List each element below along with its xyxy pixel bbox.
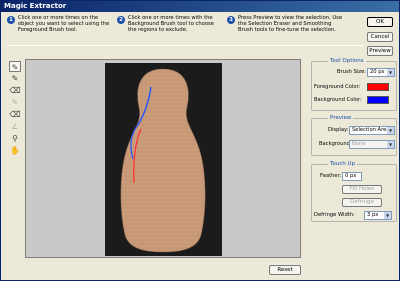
tool-palette: ✎ ✎ ⌫ ✎ ⌫ ∠ ⚲ ✋ (9, 61, 23, 161)
chevron-down-icon[interactable]: ▼ (387, 141, 394, 148)
background-brush-icon[interactable]: ✎ (9, 73, 21, 84)
smoothing-brush-icon[interactable]: ∠ (9, 121, 21, 132)
instruction-step-3: 3 Press Preview to view the selection. U… (227, 15, 357, 39)
feather-input[interactable]: 0 px (342, 172, 362, 181)
preview-background-value: None (352, 141, 366, 147)
chevron-down-icon[interactable]: ▼ (384, 212, 391, 219)
preview-background-label: Background: (319, 141, 352, 147)
photo[interactable] (105, 63, 222, 256)
foreground-brush-icon[interactable]: ✎ (9, 61, 21, 72)
display-label: Display: (328, 127, 349, 133)
instruction-step-2: 2 Click one or more times with the Backg… (117, 15, 227, 39)
preview-background-select[interactable]: None ▼ (349, 140, 395, 149)
fill-holes-button[interactable]: Fill Holes (342, 185, 382, 194)
instruction-line: Foreground Brush tool. (18, 27, 78, 34)
brush-size-label: Brush Size: (337, 69, 367, 75)
foreground-color-label: Foreground Color: (314, 84, 361, 90)
touch-up-legend: Touch Up (328, 161, 358, 168)
zoom-icon[interactable]: ⚲ (9, 133, 21, 144)
remove-from-selection-icon[interactable]: ⌫ (9, 109, 21, 120)
background-color-swatch[interactable] (367, 96, 389, 104)
defringe-width-value: 3 px (367, 212, 379, 218)
brush-size-select[interactable]: 20 px ▼ (367, 68, 395, 77)
display-select[interactable]: Selection Area ▼ (349, 126, 395, 135)
defringe-width-select[interactable]: 3 px ▼ (364, 211, 392, 220)
reset-button[interactable]: Reset (269, 265, 301, 275)
matryoshka-image (120, 68, 206, 253)
instruction-line: the regions to exclude. (128, 27, 188, 34)
touch-up-panel: Touch Up Feather: 0 px Fill Holes Defrin… (311, 161, 397, 222)
foreground-color-swatch[interactable] (367, 83, 389, 91)
step-number: 3 (227, 16, 235, 24)
feather-label: Feather: (320, 173, 342, 179)
display-value: Selection Area (352, 127, 390, 133)
tool-options-panel: Tool Options Brush Size: 20 px ▼ Foregro… (311, 58, 397, 111)
magic-extractor-dialog: Magic Extractor 1 Click one or more time… (0, 0, 400, 281)
preview-legend: Preview (328, 115, 354, 122)
instruction-line: Brush tools to fine-tune the selection. (238, 27, 336, 34)
preview-button[interactable]: Preview (367, 46, 393, 56)
header-separator (7, 45, 363, 46)
window-title: Magic Extractor (1, 1, 399, 12)
add-to-selection-icon[interactable]: ✎ (9, 97, 21, 108)
background-color-label: Background Color: (314, 97, 362, 103)
defringe-button[interactable]: Defringe (342, 198, 382, 207)
brush-size-value: 20 px (370, 69, 385, 75)
defringe-width-label: Defringe Width: (314, 212, 355, 218)
step-number: 1 (7, 16, 15, 24)
cancel-button[interactable]: Cancel (367, 32, 393, 42)
chevron-down-icon[interactable]: ▼ (387, 69, 394, 76)
step-number: 2 (117, 16, 125, 24)
hand-icon[interactable]: ✋ (9, 145, 21, 156)
point-eraser-icon[interactable]: ⌫ (9, 85, 21, 96)
ok-button[interactable]: OK (367, 17, 393, 27)
image-canvas[interactable] (25, 59, 301, 258)
preview-panel: Preview Display: Selection Area ▼ Backgr… (311, 115, 397, 156)
chevron-down-icon[interactable]: ▼ (387, 127, 394, 134)
tool-options-legend: Tool Options (328, 58, 366, 65)
instruction-step-1: 1 Click one or more times on the object … (7, 15, 117, 39)
instructions: 1 Click one or more times on the object … (7, 13, 357, 41)
